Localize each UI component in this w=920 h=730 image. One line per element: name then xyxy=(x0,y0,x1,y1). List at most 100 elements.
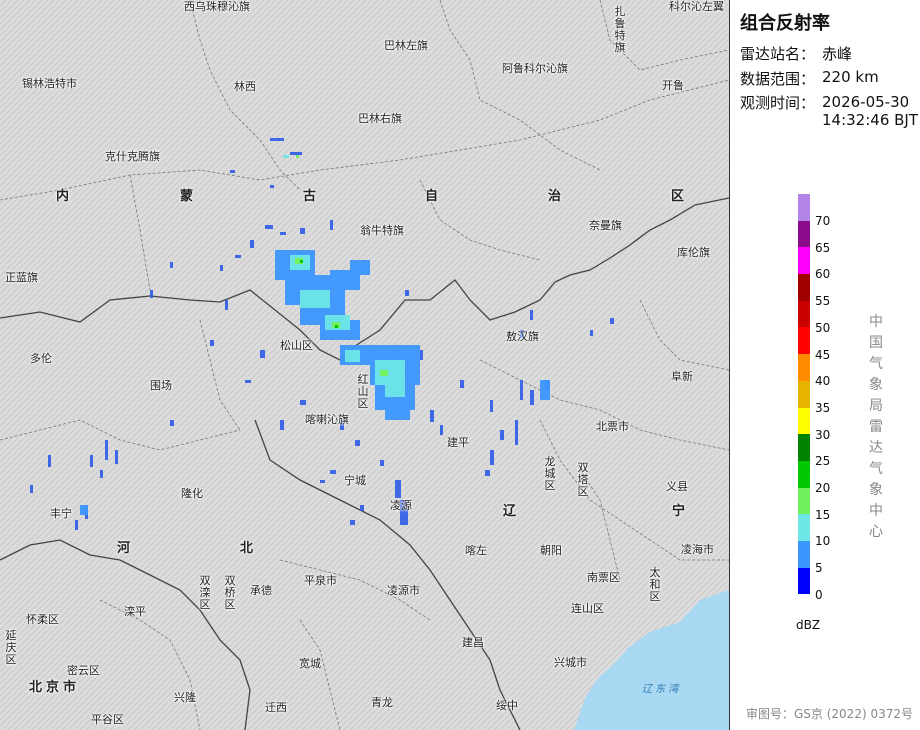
legend-tick-label: 20 xyxy=(815,481,831,495)
place-label: 多伦 xyxy=(30,352,52,365)
sea-label: 辽 东 湾 xyxy=(642,684,679,695)
legend-tick-label: 65 xyxy=(815,240,831,255)
legend-swatch xyxy=(798,300,810,328)
province-label-liao: 辽 xyxy=(503,504,517,519)
place-label: 宽城 xyxy=(299,657,321,670)
place-label: 朝阳 xyxy=(540,544,562,557)
place-label: 西乌珠穆沁旗 xyxy=(184,0,250,13)
province-label-meng: 蒙 xyxy=(180,189,194,204)
legend-swatch xyxy=(798,274,810,301)
legend-swatch xyxy=(798,380,810,408)
place-label: 克什克腾旗 xyxy=(105,150,160,163)
place-label: 延庆区 xyxy=(5,629,17,666)
legend-swatch xyxy=(798,220,810,248)
place-label: 巴林左旗 xyxy=(384,39,428,52)
place-label: 建平 xyxy=(447,436,469,449)
place-label: 凌源市 xyxy=(387,584,420,597)
place-label: 库伦旗 xyxy=(677,246,710,259)
place-label: 巴林右旗 xyxy=(358,112,402,125)
province-label-zhi: 治 xyxy=(548,189,562,204)
place-label: 丰宁 xyxy=(50,507,72,520)
place-label: 喀左 xyxy=(465,544,487,557)
organization-label: 中国气象局雷达气象中心 xyxy=(869,314,883,540)
province-label-bei: 北 xyxy=(240,541,254,556)
legend-swatch xyxy=(798,407,810,435)
range-value: 220 km xyxy=(822,68,879,86)
place-label: 义县 xyxy=(666,480,688,493)
legend-swatch xyxy=(798,567,810,595)
place-label: 凌海市 xyxy=(681,543,714,556)
legend-swatch xyxy=(798,487,810,515)
place-label: 太和区 xyxy=(649,566,661,603)
place-label: 平泉市 xyxy=(304,574,337,587)
place-label: 绥中 xyxy=(496,699,518,712)
place-label: 平谷区 xyxy=(91,713,124,726)
place-label: 迁西 xyxy=(265,701,287,714)
place-label: 翁牛特旗 xyxy=(360,224,404,237)
approval-number: 审图号：GS京 (2022) 0372号 xyxy=(746,707,913,721)
place-label: 科尔沁左翼 xyxy=(669,0,724,13)
legend-tick-label: 30 xyxy=(815,427,831,442)
place-label: 滦平 xyxy=(124,605,146,618)
place-label: 怀柔区 xyxy=(26,613,59,626)
legend-swatch xyxy=(798,514,810,541)
legend-tick-label: 60 xyxy=(815,267,831,282)
place-label: 密云区 xyxy=(67,664,100,677)
map-canvas xyxy=(0,0,729,730)
range-row: 数据范围： 220 km xyxy=(740,68,879,89)
place-label: 连山区 xyxy=(571,602,604,615)
place-label: 奈曼旗 xyxy=(589,219,622,232)
station-row: 雷达站名： 赤峰 xyxy=(740,43,852,64)
legend-tick-label: 40 xyxy=(815,374,831,389)
radar-view: 内 蒙 古 自 治 区 河 北 辽 宁 西乌珠穆沁旗 巴林左旗 扎鲁特旗 科尔沁… xyxy=(0,0,920,730)
time-label: 观测时间： xyxy=(740,94,816,112)
province-label-zi: 自 xyxy=(425,189,439,204)
place-label: 林西 xyxy=(234,80,256,93)
legend-swatch xyxy=(798,434,810,461)
legend-swatch xyxy=(798,540,810,568)
legend-tick-label: 70 xyxy=(815,214,831,228)
place-label: 正蓝旗 xyxy=(5,271,38,284)
place-label: 双滦区 xyxy=(199,574,211,611)
place-label: 兴城市 xyxy=(554,656,587,669)
place-label: 建昌 xyxy=(462,636,484,649)
radar-map[interactable]: 内 蒙 古 自 治 区 河 北 辽 宁 西乌珠穆沁旗 巴林左旗 扎鲁特旗 科尔沁… xyxy=(0,0,730,730)
station-label: 雷达站名： xyxy=(740,45,816,63)
legend-tick-label: 45 xyxy=(815,347,831,362)
legend-tick-label: 5 xyxy=(815,561,823,576)
range-label: 数据范围： xyxy=(740,70,816,88)
legend-tick-label: 15 xyxy=(815,507,831,522)
place-label-beijing: 北京市 xyxy=(29,680,81,695)
place-label: 北票市 xyxy=(596,420,629,433)
province-label-gu: 古 xyxy=(303,189,317,204)
legend-tick-label: 25 xyxy=(815,454,831,469)
legend-tick-label: 35 xyxy=(815,400,831,415)
place-label: 隆化 xyxy=(181,487,203,500)
place-label: 南票区 xyxy=(587,571,620,584)
place-label: 兴隆 xyxy=(174,691,196,704)
place-label: 宁城 xyxy=(344,474,366,487)
place-label: 承德 xyxy=(250,584,272,597)
legend-swatch xyxy=(798,327,810,355)
place-label: 开鲁 xyxy=(662,79,684,92)
legend-swatch xyxy=(798,247,810,275)
info-panel: 组合反射率 雷达站名： 赤峰 数据范围： 220 km 观测时间： 2026-0… xyxy=(730,0,920,730)
place-label: 喀喇沁旗 xyxy=(305,413,349,426)
place-label: 阜新 xyxy=(671,370,693,383)
place-label: 青龙 xyxy=(371,696,393,709)
province-label-nei: 内 xyxy=(56,189,70,204)
place-label: 敖汉旗 xyxy=(506,330,539,343)
reflectivity-legend xyxy=(798,194,810,595)
place-label: 松山区 xyxy=(280,339,313,352)
province-label-qu: 区 xyxy=(671,189,685,204)
legend-tick-label: 10 xyxy=(815,534,831,549)
place-label: 双塔区 xyxy=(577,461,589,498)
time-row: 观测时间： xyxy=(740,92,815,113)
province-label-ning: 宁 xyxy=(672,504,686,519)
time-clock: 14:32:46 BJT xyxy=(822,111,919,129)
legend-swatch xyxy=(798,460,810,488)
product-title: 组合反射率 xyxy=(740,13,830,34)
legend-tick-label: 50 xyxy=(815,320,831,335)
legend-swatch xyxy=(798,194,810,221)
legend-tick-label: 55 xyxy=(815,294,831,309)
